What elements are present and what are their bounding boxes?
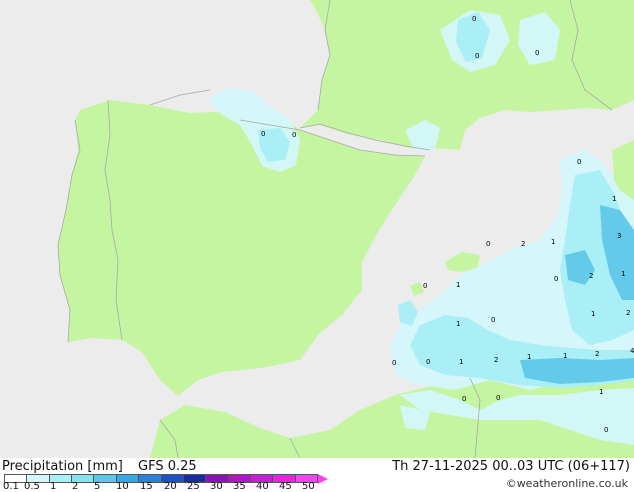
legend-tick: 5 bbox=[94, 481, 101, 492]
precip-label: 0 bbox=[491, 316, 495, 324]
precip-label: 1 bbox=[459, 358, 463, 366]
legend-tick: 30 bbox=[210, 481, 223, 492]
credit-text: ©weatheronline.co.uk bbox=[505, 477, 628, 490]
legend-tick: 0.1 bbox=[3, 481, 19, 492]
product-title: Precipitation [mm] bbox=[2, 459, 123, 474]
legend-tick: 1 bbox=[50, 481, 57, 492]
precip-label: 1 bbox=[563, 352, 567, 360]
precip-label: 0 bbox=[426, 358, 430, 366]
precip-label: 3 bbox=[617, 232, 621, 240]
precip-label: 1 bbox=[599, 388, 603, 396]
precip-label: 1 bbox=[612, 195, 616, 203]
legend-tick: 45 bbox=[279, 481, 292, 492]
precip-label: 0 bbox=[472, 15, 476, 23]
legend-tick: 35 bbox=[233, 481, 246, 492]
legend-tick: 0.5 bbox=[24, 481, 40, 492]
precip-label: 1 bbox=[456, 281, 460, 289]
valid-time: Th 27-11-2025 00..03 UTC (06+117) bbox=[392, 459, 630, 474]
precip-label: 2 bbox=[589, 272, 593, 280]
precip-label: 0 bbox=[577, 158, 581, 166]
precip-label: 0 bbox=[462, 395, 466, 403]
precip-label: 1 bbox=[456, 320, 460, 328]
precip-label: 2 bbox=[494, 356, 498, 364]
precip-label: 0 bbox=[261, 130, 265, 138]
precip-label: 1 bbox=[527, 353, 531, 361]
precip-label: 0 bbox=[496, 394, 500, 402]
legend-tick: 2 bbox=[72, 481, 79, 492]
legend-tick: 50 bbox=[302, 481, 315, 492]
precip-label: 4 bbox=[630, 347, 634, 355]
legend-tick: 20 bbox=[164, 481, 177, 492]
precip-label: 2 bbox=[521, 240, 525, 248]
precip-label: 0 bbox=[392, 359, 396, 367]
precip-label: 0 bbox=[486, 240, 490, 248]
precip-label: 0 bbox=[423, 282, 427, 290]
precip-label: 2 bbox=[626, 309, 630, 317]
model-name: GFS 0.25 bbox=[138, 459, 197, 474]
precip-label: 0 bbox=[604, 426, 608, 434]
legend-tick: 25 bbox=[187, 481, 200, 492]
precip-label: 0 bbox=[535, 49, 539, 57]
precip-label: 0 bbox=[475, 52, 479, 60]
precip-label: 1 bbox=[551, 238, 555, 246]
precipitation-map: 0 0 0 0 0 1 3 1 0 1 0 2 1 0 1 0 1 0 2 2 … bbox=[0, 0, 634, 458]
precip-label: 1 bbox=[591, 310, 595, 318]
precip-label: 0 bbox=[554, 275, 558, 283]
legend-arrow bbox=[318, 474, 328, 484]
legend-tick: 10 bbox=[116, 481, 129, 492]
precip-label: 1 bbox=[621, 270, 625, 278]
legend-tick: 15 bbox=[140, 481, 153, 492]
precip-label: 2 bbox=[595, 350, 599, 358]
precip-label: 0 bbox=[292, 131, 296, 139]
legend-tick: 40 bbox=[256, 481, 269, 492]
